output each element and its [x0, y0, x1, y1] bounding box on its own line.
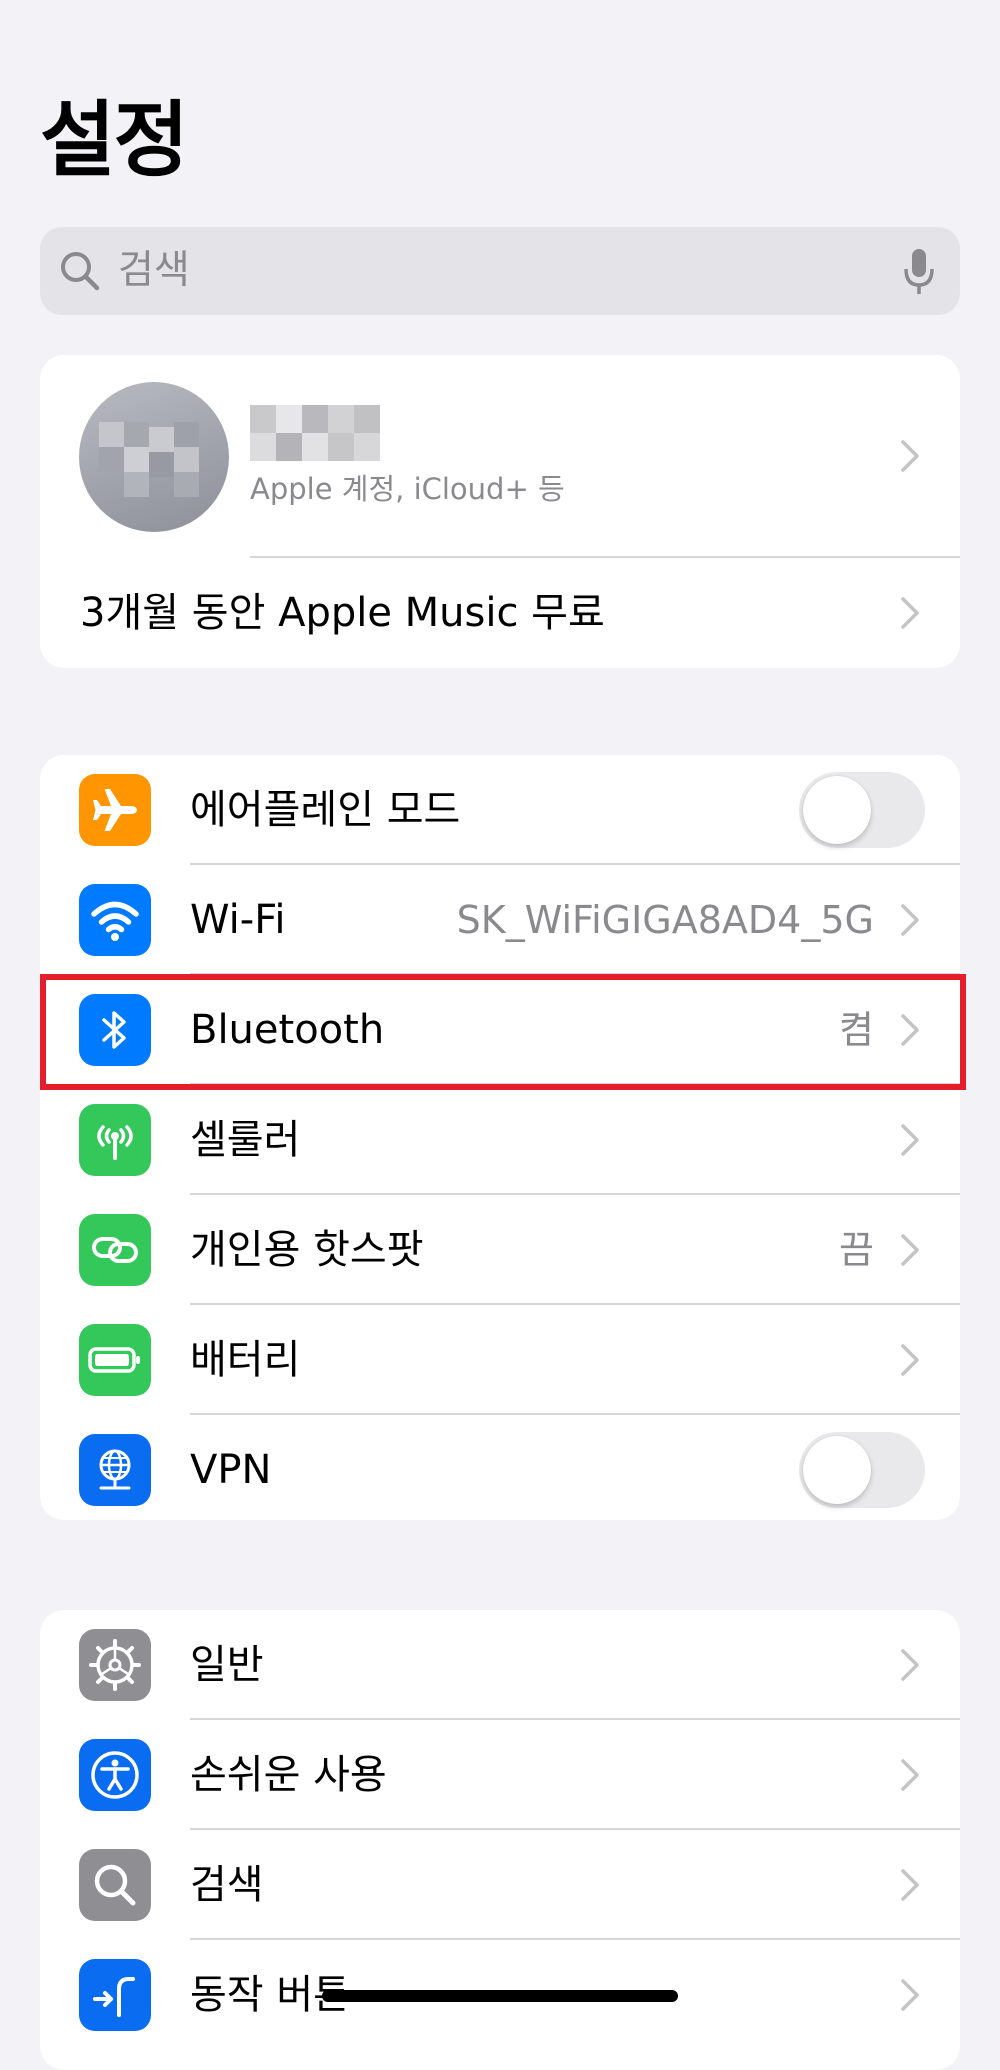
apple-music-promo-label: 3개월 동안 Apple Music 무료	[80, 590, 605, 636]
profile-row[interactable]: Apple 계정, iCloud+ 등	[40, 355, 960, 558]
cellular-label: 셀룰러	[190, 1117, 301, 1163]
microphone-icon[interactable]	[902, 247, 936, 301]
chevron-right-icon	[900, 903, 920, 941]
wifi-label: Wi-Fi	[190, 897, 286, 943]
wifi-network-value: SK_WiFiGIGA8AD4_5G	[456, 898, 874, 942]
airplane-icon	[79, 774, 151, 846]
magnifier-icon	[58, 249, 102, 297]
avatar	[79, 382, 229, 532]
battery-icon	[79, 1324, 151, 1396]
vpn-label: VPN	[190, 1447, 272, 1493]
search-settings-label: 검색	[190, 1862, 264, 1908]
connectivity-group: 에어플레인 모드 Wi-Fi SK_WiFiGIGA8AD4_5G Blueto…	[40, 755, 960, 1520]
chevron-right-icon	[900, 1013, 920, 1051]
chevron-right-icon	[900, 1233, 920, 1271]
airplane-mode-toggle[interactable]	[799, 772, 925, 848]
wifi-row[interactable]: Wi-Fi SK_WiFiGIGA8AD4_5G	[40, 865, 960, 975]
chevron-right-icon	[900, 596, 920, 634]
accessibility-row[interactable]: 손쉬운 사용	[40, 1720, 960, 1830]
search-placeholder: 검색	[118, 248, 190, 293]
chevron-right-icon	[900, 1758, 920, 1796]
personal-hotspot-value: 끔	[839, 1228, 874, 1272]
cellular-row[interactable]: 셀룰러	[40, 1085, 960, 1195]
page-title: 설정	[40, 93, 189, 188]
personal-hotspot-label: 개인용 핫스팟	[190, 1227, 424, 1273]
bluetooth-row[interactable]: Bluetooth 켬	[40, 975, 960, 1085]
home-indicator[interactable]	[322, 1990, 678, 2002]
personal-hotspot-row[interactable]: 개인용 핫스팟 끔	[40, 1195, 960, 1305]
bluetooth-icon	[79, 994, 151, 1066]
airplane-mode-label: 에어플레인 모드	[190, 787, 461, 833]
bluetooth-label: Bluetooth	[190, 1007, 385, 1053]
chevron-right-icon	[900, 1978, 920, 2016]
search-bar[interactable]: 검색	[40, 227, 960, 315]
battery-row[interactable]: 배터리	[40, 1305, 960, 1415]
search-icon	[79, 1849, 151, 1921]
search-settings-row[interactable]: 검색	[40, 1830, 960, 1940]
battery-label: 배터리	[190, 1337, 301, 1383]
vpn-row[interactable]: VPN	[40, 1415, 960, 1520]
chevron-right-icon	[900, 1343, 920, 1381]
profile-subtitle: Apple 계정, iCloud+ 등	[250, 472, 565, 506]
chevron-right-icon	[900, 1648, 920, 1686]
vpn-toggle[interactable]	[799, 1432, 925, 1508]
general-row[interactable]: 일반	[40, 1610, 960, 1720]
chevron-right-icon	[900, 1123, 920, 1161]
vpn-globe-icon	[79, 1434, 151, 1506]
bluetooth-status-value: 켬	[839, 1008, 874, 1052]
action-button-icon	[79, 1959, 151, 2031]
chevron-right-icon	[900, 1868, 920, 1906]
wifi-icon	[79, 884, 151, 956]
airplane-mode-row[interactable]: 에어플레인 모드	[40, 755, 960, 865]
apple-music-promo-row[interactable]: 3개월 동안 Apple Music 무료	[40, 558, 960, 668]
profile-card: Apple 계정, iCloud+ 등 3개월 동안 Apple Music 무…	[40, 355, 960, 668]
gear-icon	[79, 1629, 151, 1701]
profile-name-redacted	[250, 405, 380, 461]
general-label: 일반	[190, 1642, 264, 1688]
hotspot-link-icon	[79, 1214, 151, 1286]
accessibility-label: 손쉬운 사용	[190, 1752, 387, 1798]
chevron-right-icon	[900, 439, 920, 477]
accessibility-icon	[79, 1739, 151, 1811]
antenna-icon	[79, 1104, 151, 1176]
